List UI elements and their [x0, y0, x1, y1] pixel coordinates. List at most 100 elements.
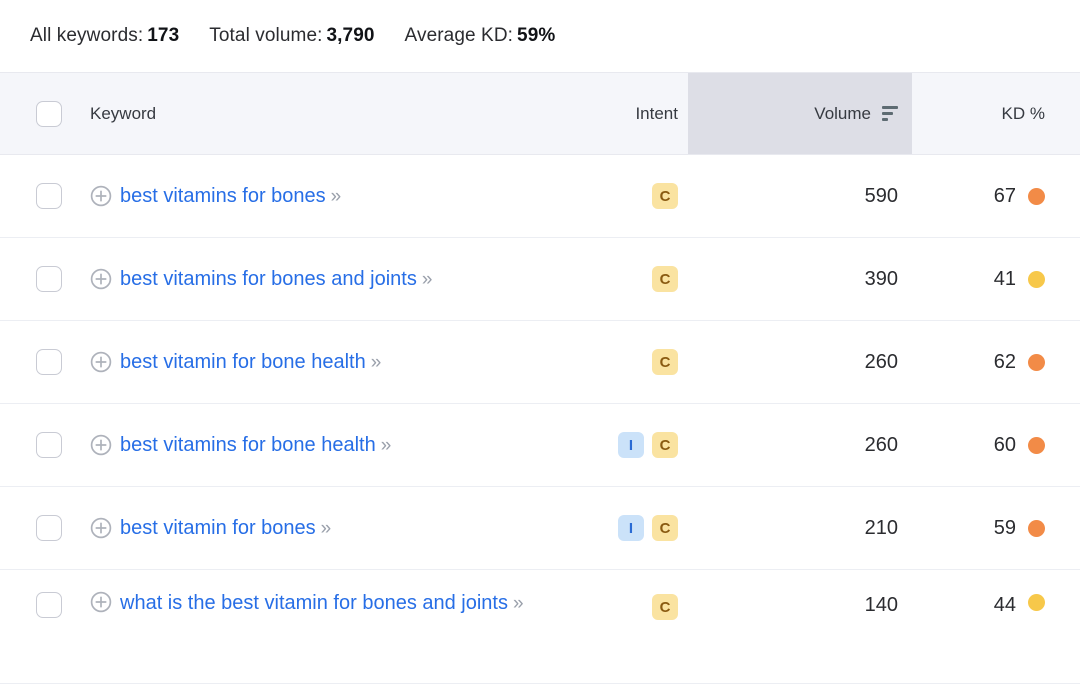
volume-value: 260	[864, 433, 898, 456]
header-intent-label: Intent	[635, 103, 678, 123]
keyword-wrap: best vitamins for bones and joints»	[90, 238, 432, 320]
table-row[interactable]: best vitamins for bone health» I C 260 60	[0, 404, 1080, 487]
double-chevron-right-icon[interactable]: »	[422, 269, 432, 290]
intent-badge[interactable]: C	[652, 349, 678, 375]
intent-badge[interactable]: I	[618, 515, 644, 541]
row-checkbox[interactable]	[36, 183, 62, 209]
kd-cell: 62	[912, 321, 1080, 403]
summary-item-label: Total volume:	[209, 25, 323, 46]
volume-cell: 210	[688, 487, 912, 569]
circle-plus-icon[interactable]	[90, 185, 112, 207]
keyword-wrap: best vitamin for bone health»	[90, 321, 381, 403]
row-select-cell	[0, 321, 84, 403]
volume-cell: 390	[688, 238, 912, 320]
row-select-cell	[0, 404, 84, 486]
circle-plus-icon[interactable]	[90, 517, 112, 539]
circle-plus-icon[interactable]	[90, 591, 112, 613]
volume-cell: 260	[688, 321, 912, 403]
summary-item-label: All keywords:	[30, 25, 144, 46]
row-checkbox[interactable]	[36, 266, 62, 292]
kd-value: 41	[993, 267, 1016, 290]
keyword-cell: best vitamins for bone health»	[84, 404, 588, 486]
kd-difficulty-dot	[1028, 270, 1045, 288]
row-select-cell	[0, 487, 84, 569]
keyword-link[interactable]: best vitamins for bone health»	[120, 430, 391, 461]
keyword-wrap: best vitamins for bones»	[90, 155, 341, 237]
volume-value: 140	[864, 594, 898, 616]
double-chevron-right-icon[interactable]: »	[331, 186, 341, 207]
select-all-checkbox[interactable]	[36, 100, 62, 127]
kd-difficulty-dot	[1028, 594, 1045, 611]
keyword-cell: best vitamins for bones»	[84, 155, 588, 237]
intent-badge[interactable]: C	[652, 183, 678, 209]
row-select-cell	[0, 238, 84, 320]
header-keyword-cell[interactable]: Keyword	[84, 73, 588, 154]
kd-cell: 44	[912, 570, 1080, 683]
summary-item: Average KD: 59%	[405, 25, 556, 47]
keyword-wrap: what is the best vitamin for bones and j…	[90, 588, 523, 619]
keyword-link[interactable]: best vitamins for bones»	[120, 181, 341, 212]
kd-value: 67	[993, 184, 1016, 207]
table-header-row: Keyword Intent Volume KD %	[0, 73, 1080, 155]
kd-cell: 60	[912, 404, 1080, 486]
intent-cell: C	[588, 238, 688, 320]
intent-badge[interactable]: C	[652, 266, 678, 292]
volume-value: 210	[864, 516, 898, 539]
keyword-link[interactable]: what is the best vitamin for bones and j…	[120, 588, 523, 619]
volume-cell: 140	[688, 570, 912, 683]
kd-value: 60	[993, 433, 1016, 456]
double-chevron-right-icon[interactable]: »	[321, 518, 331, 539]
intent-badge[interactable]: I	[618, 432, 644, 458]
row-select-cell	[0, 155, 84, 237]
row-checkbox[interactable]	[36, 432, 62, 458]
intent-badge[interactable]: C	[652, 432, 678, 458]
double-chevron-right-icon[interactable]: »	[381, 435, 391, 456]
row-select-cell	[0, 570, 84, 683]
kd-value: 62	[993, 350, 1016, 373]
summary-item: Total volume: 3,790	[209, 25, 374, 47]
kd-cell: 67	[912, 155, 1080, 237]
summary-item: All keywords: 173	[30, 25, 179, 47]
double-chevron-right-icon[interactable]: »	[513, 593, 523, 614]
sort-bar-long	[882, 106, 898, 109]
summary-item-value: 3,790	[326, 25, 375, 46]
kd-difficulty-dot	[1028, 436, 1045, 454]
sort-bar-short	[882, 118, 888, 121]
table-row[interactable]: what is the best vitamin for bones and j…	[0, 570, 1080, 684]
keyword-link[interactable]: best vitamin for bones»	[120, 513, 331, 544]
header-kd-cell[interactable]: KD %	[912, 73, 1080, 154]
double-chevron-right-icon[interactable]: »	[371, 352, 381, 373]
summary-item-value: 59%	[517, 25, 556, 46]
table-row[interactable]: best vitamins for bones and joints» C 390 4…	[0, 238, 1080, 321]
kd-difficulty-dot	[1028, 519, 1045, 537]
keyword-cell: best vitamin for bone health»	[84, 321, 588, 403]
circle-plus-icon[interactable]	[90, 268, 112, 290]
summary-bar: All keywords: 173 Total volume: 3,790 Averag…	[0, 0, 1080, 72]
keyword-link[interactable]: best vitamin for bone health»	[120, 347, 381, 378]
kd-value: 59	[993, 516, 1016, 539]
header-volume-cell[interactable]: Volume	[688, 73, 912, 154]
circle-plus-icon[interactable]	[90, 434, 112, 456]
intent-badge[interactable]: C	[652, 515, 678, 541]
row-checkbox[interactable]	[36, 349, 62, 375]
table-row[interactable]: best vitamins for bones» C 590 67	[0, 155, 1080, 238]
summary-item-value: 173	[147, 25, 180, 46]
row-checkbox[interactable]	[36, 592, 62, 618]
sort-bar-mid	[882, 112, 893, 115]
sort-descending-icon[interactable]	[882, 106, 898, 121]
keyword-cell: best vitamin for bones»	[84, 487, 588, 569]
circle-plus-icon[interactable]	[90, 351, 112, 373]
intent-badge[interactable]: C	[652, 594, 678, 620]
volume-cell: 260	[688, 404, 912, 486]
table-row[interactable]: best vitamin for bone health» C 260 62	[0, 321, 1080, 404]
keyword-wrap: best vitamins for bone health»	[90, 404, 391, 486]
summary-item-label: Average KD:	[404, 25, 514, 46]
table-row[interactable]: best vitamin for bones» I C 210 59	[0, 487, 1080, 570]
row-checkbox[interactable]	[36, 515, 62, 541]
kd-cell: 59	[912, 487, 1080, 569]
kd-cell: 41	[912, 238, 1080, 320]
header-intent-cell[interactable]: Intent	[588, 73, 688, 154]
keyword-link[interactable]: best vitamins for bones and joints»	[120, 264, 432, 295]
intent-cell: C	[588, 155, 688, 237]
header-volume-label: Volume	[814, 103, 871, 123]
